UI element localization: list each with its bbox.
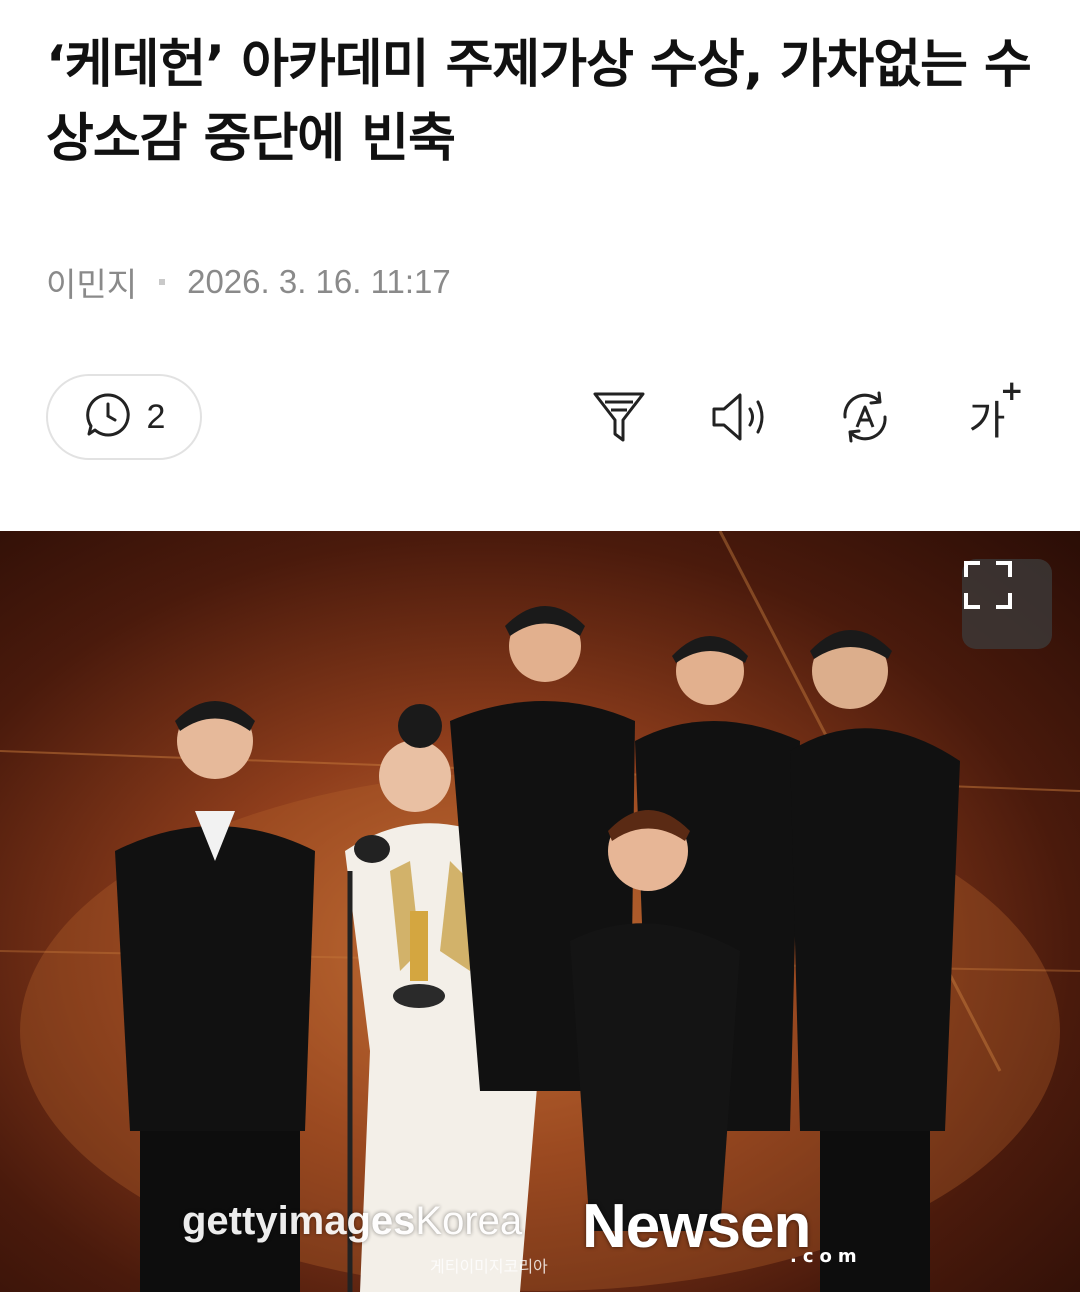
- font-size-plus: +: [999, 374, 1024, 407]
- font-size-icon: 가 +: [969, 374, 1024, 446]
- newsen-logo-sub: .com: [790, 1246, 863, 1267]
- translate-button[interactable]: [834, 386, 896, 448]
- credit-sub: 게티이미지코리아: [430, 1257, 548, 1276]
- newsen-logo: Newsen: [582, 1192, 811, 1261]
- publish-datetime: 2026. 3. 16. 11:17: [187, 263, 451, 300]
- credit-korea: Korea: [415, 1199, 523, 1243]
- comment-button[interactable]: 2: [46, 374, 202, 460]
- expand-icon: [964, 561, 1012, 609]
- article-meta: 이민지 2026. 3. 16. 11:17: [46, 258, 451, 306]
- expand-button[interactable]: [962, 559, 1052, 649]
- filter-icon: [593, 392, 645, 442]
- filter-button[interactable]: [588, 386, 650, 448]
- translate-icon: [843, 391, 887, 443]
- font-size-button[interactable]: 가 +: [956, 374, 1024, 448]
- speaker-button[interactable]: [710, 386, 772, 448]
- meta-separator: [159, 279, 166, 285]
- photo-scene: [0, 531, 1080, 1292]
- speaker-icon: [712, 393, 764, 441]
- credit-getty: gettyimages: [182, 1199, 416, 1243]
- photo-credit: gettyimagesKorea: [182, 1199, 522, 1244]
- comment-clock-icon: [83, 390, 133, 444]
- article-toolbar: 2 가 +: [0, 372, 1080, 464]
- article-photo: gettyimagesKorea 게티이미지코리아 Newsen .com: [0, 531, 1080, 1292]
- author-name: 이민지: [46, 266, 138, 303]
- comment-count: 2: [146, 397, 166, 436]
- article-headline: ‘케데헌’ 아카데미 주제가상 수상, 가차없는 수상소감 중단에 빈축: [46, 35, 1032, 169]
